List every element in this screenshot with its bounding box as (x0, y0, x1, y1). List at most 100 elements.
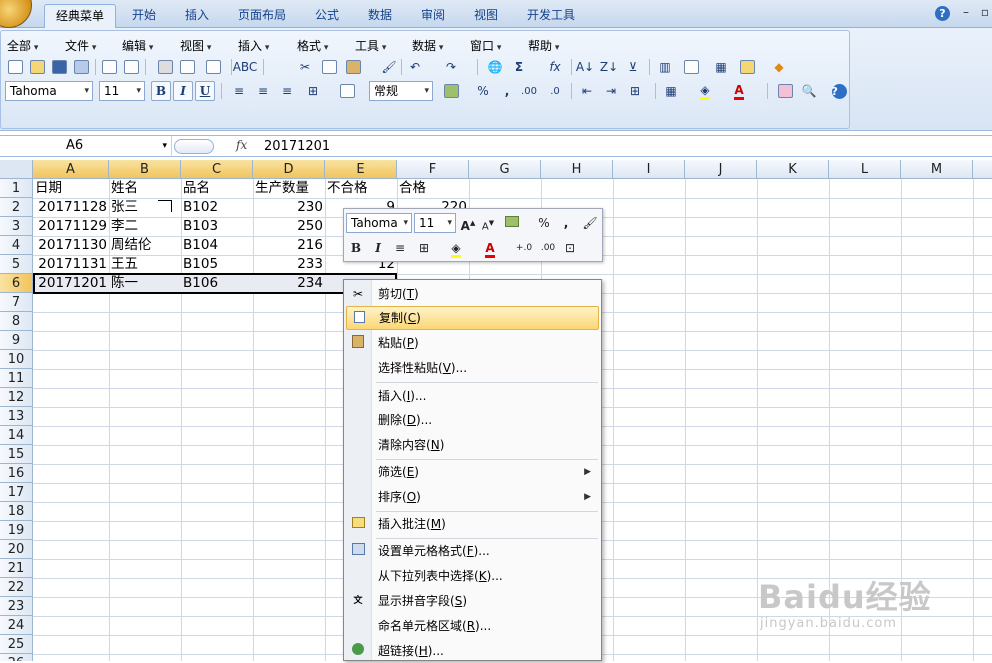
alert-icon[interactable]: ◆ (769, 57, 789, 77)
row-header-2[interactable]: 2 (0, 198, 33, 217)
row-header-3[interactable]: 3 (0, 217, 33, 236)
col-header-c[interactable]: C (181, 160, 253, 179)
row-header-18[interactable]: 18 (0, 502, 33, 521)
menu-all[interactable]: 全部 (7, 37, 38, 54)
formula-controls[interactable] (174, 139, 214, 154)
mini-center-icon[interactable]: ≡ (390, 239, 410, 257)
cell-b5[interactable]: 王五 (109, 255, 181, 274)
cut-icon[interactable]: ✂ (295, 57, 315, 77)
menu-item-format-cells[interactable]: 设置单元格格式(F)... (346, 539, 599, 563)
insert-function-icon[interactable]: fx (236, 138, 247, 152)
tab-view[interactable]: 视图 (463, 4, 509, 28)
menu-item-clear-contents[interactable]: 清除内容(N) (346, 433, 599, 457)
cell-b3[interactable]: 李二 (109, 217, 181, 236)
align-right-icon[interactable]: ≡ (277, 81, 297, 101)
copy-icon[interactable] (319, 57, 339, 77)
hyperlink-icon[interactable]: 🌐 (485, 57, 505, 77)
col-header-n[interactable] (973, 160, 992, 179)
bold-button[interactable]: B (151, 81, 171, 101)
name-box[interactable]: A6 ▾ (0, 136, 172, 157)
menu-format[interactable]: 格式 (297, 37, 328, 54)
save-icon[interactable] (49, 57, 69, 77)
mini-percent-icon[interactable]: % (534, 214, 554, 232)
print-icon[interactable] (155, 57, 175, 77)
row-header-4[interactable]: 4 (0, 236, 33, 255)
select-all-corner[interactable] (0, 160, 33, 179)
italic-button[interactable]: I (173, 81, 193, 101)
open-icon[interactable] (27, 57, 47, 77)
row-header-19[interactable]: 19 (0, 521, 33, 540)
menu-item-paste-special[interactable]: 选择性粘贴(V)... (346, 356, 599, 380)
col-header-l[interactable]: L (829, 160, 901, 179)
wrap-text-icon[interactable] (337, 81, 357, 101)
decrease-decimal-icon[interactable]: .0 (545, 81, 565, 101)
underline-button[interactable]: U (195, 81, 215, 101)
comma-icon[interactable]: , (497, 81, 517, 101)
table-icon[interactable]: ▦ (711, 57, 731, 77)
cell-a4[interactable]: 20171130 (33, 236, 109, 255)
menu-file[interactable]: 文件 (65, 37, 96, 54)
tab-developer[interactable]: 开发工具 (516, 4, 586, 28)
font-color-icon[interactable]: A (729, 81, 749, 101)
col-header-i[interactable]: I (613, 160, 685, 179)
menu-item-pick-from-list[interactable]: 从下拉列表中选择(K)... (346, 564, 599, 588)
cell-d4[interactable]: 216 (253, 236, 325, 255)
undo-icon[interactable]: ↶ (405, 57, 425, 77)
menu-item-sort[interactable]: 排序(O) ▶ (346, 485, 599, 509)
align-left-icon[interactable]: ≡ (229, 81, 249, 101)
row-header-24[interactable]: 24 (0, 616, 33, 635)
tab-review[interactable]: 审阅 (410, 4, 456, 28)
menu-data[interactable]: 数据 (412, 37, 443, 54)
cell-a1[interactable]: 日期 (33, 179, 109, 198)
col-header-d[interactable]: D (253, 160, 325, 179)
borders-icon[interactable]: ⊞ (625, 81, 645, 101)
col-header-a[interactable]: A (33, 160, 109, 179)
mini-font-combo[interactable]: Tahoma ▾ (346, 213, 412, 233)
menu-item-copy[interactable]: 复制(C) (346, 306, 599, 330)
mini-borders-icon[interactable]: ⊞ (414, 239, 434, 257)
col-header-f[interactable]: F (397, 160, 469, 179)
col-header-e[interactable]: E (325, 160, 397, 179)
sort-desc-icon[interactable]: Z↓ (599, 57, 619, 77)
row-header-13[interactable]: 13 (0, 407, 33, 426)
menu-help[interactable]: 帮助 (528, 37, 559, 54)
menu-item-delete[interactable]: 删除(D)... (346, 408, 599, 432)
row-header-26[interactable]: 26 (0, 654, 33, 661)
cell-a3[interactable]: 20171129 (33, 217, 109, 236)
grow-font-icon[interactable]: A▲ (458, 214, 478, 233)
align-center-icon[interactable]: ≡ (253, 81, 273, 101)
row-header-21[interactable]: 21 (0, 559, 33, 578)
help-icon[interactable]: ? (935, 6, 950, 21)
mini-comma-icon[interactable]: , (556, 214, 576, 232)
col-header-k[interactable]: K (757, 160, 829, 179)
mini-increase-decimal-icon[interactable]: +.0 (514, 239, 534, 257)
row-header-8[interactable]: 8 (0, 312, 33, 331)
restore-icon[interactable]: ▫ (976, 4, 992, 20)
help2-icon[interactable]: ? (829, 81, 849, 101)
increase-indent-icon[interactable]: ⇥ (601, 81, 621, 101)
percent-icon[interactable]: % (473, 81, 493, 101)
col-header-h[interactable]: H (541, 160, 613, 179)
mini-currency-icon[interactable] (502, 214, 522, 232)
row-header-23[interactable]: 23 (0, 597, 33, 616)
redo-icon[interactable]: ↷ (441, 57, 461, 77)
menu-view[interactable]: 视图 (180, 37, 211, 54)
cell-d5[interactable]: 233 (253, 255, 325, 274)
row-header-6[interactable]: 6 (0, 274, 33, 293)
print-preview-icon[interactable] (99, 57, 119, 77)
mini-italic-button[interactable]: I (368, 239, 388, 257)
menu-item-phonetic[interactable]: 文 显示拼音字段(S) (346, 589, 599, 613)
shrink-font-icon[interactable]: A▼ (478, 214, 498, 232)
menu-item-filter[interactable]: 筛选(E) ▶ (346, 460, 599, 484)
col-header-m[interactable]: M (901, 160, 973, 179)
row-header-7[interactable]: 7 (0, 293, 33, 312)
minimize-icon[interactable]: – (957, 4, 975, 20)
row-header-11[interactable]: 11 (0, 369, 33, 388)
sort-asc-icon[interactable]: A↓ (575, 57, 595, 77)
new-icon[interactable] (5, 57, 25, 77)
tab-insert[interactable]: 插入 (174, 4, 220, 28)
mini-fill-color-icon[interactable]: ◈ (446, 239, 466, 258)
cell-a5[interactable]: 20171131 (33, 255, 109, 274)
decrease-indent-icon[interactable]: ⇤ (577, 81, 597, 101)
mini-bold-button[interactable]: B (346, 239, 366, 257)
